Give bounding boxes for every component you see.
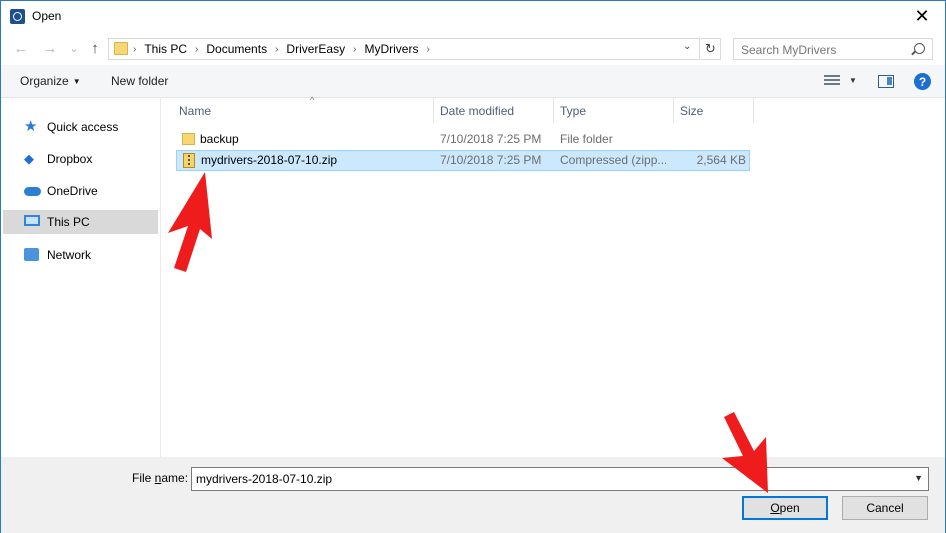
cancel-button[interactable]: Cancel [842,496,928,520]
file-name-field[interactable]: mydrivers-2018-07-10.zip ▼ [191,467,929,491]
nav-item-dropbox[interactable]: ◆ Dropbox [3,147,158,171]
breadcrumb: › This PC › Documents › DriverEasy › MyD… [133,42,438,56]
open-dialog: Open ✕ ← → ⌄ ↑ › This PC › Documents › D… [0,0,946,533]
file-row-mydrivers-zip[interactable]: mydrivers-2018-07-10.zip 7/10/2018 7:25 … [176,150,750,171]
file-date: 7/10/2018 7:25 PM [440,132,542,146]
breadcrumb-drivereasy[interactable]: DriverEasy [286,42,345,56]
breadcrumb-documents[interactable]: Documents [206,42,267,56]
title-bar: Open ✕ [1,1,945,32]
file-size: 2,564 KB [696,153,746,167]
folder-icon [182,133,195,145]
file-name-label-part: ame: [161,471,189,485]
folder-icon [114,42,128,55]
file-name: mydrivers-2018-07-10.zip [201,153,338,167]
address-bar[interactable]: › This PC › Documents › DriverEasy › MyD… [108,38,700,60]
nav-item-this-pc[interactable]: This PC [3,210,158,234]
column-header-size[interactable]: Size [674,98,754,123]
search-input[interactable] [741,43,901,57]
search-icon[interactable] [914,43,925,54]
nav-item-network[interactable]: Network [3,243,158,267]
column-header-date[interactable]: Date modified [434,98,554,123]
sort-ascending-icon: ^ [310,95,315,105]
organize-label: Organize [20,74,69,88]
back-arrow-icon[interactable]: ← [10,39,32,57]
preview-pane-icon[interactable] [878,75,894,88]
breadcrumb-separator-icon: › [275,43,279,55]
breadcrumb-mydrivers[interactable]: MyDrivers [364,42,418,56]
file-date: 7/10/2018 7:25 PM [440,153,542,167]
zip-icon [183,153,195,168]
nav-item-onedrive[interactable]: OneDrive [3,179,158,203]
chevron-down-icon[interactable]: ▼ [914,473,923,483]
open-button[interactable]: Open [742,496,828,520]
refresh-icon[interactable]: ↻ [701,38,721,60]
breadcrumb-this-pc[interactable]: This PC [144,42,187,56]
file-row-backup[interactable]: backup 7/10/2018 7:25 PM File folder [176,129,750,150]
breadcrumb-separator-icon: › [353,43,357,55]
close-button[interactable]: ✕ [899,1,945,32]
forward-arrow-icon[interactable]: → [39,39,61,57]
network-icon [24,248,41,262]
cloud-icon [24,184,41,198]
app-icon [10,9,25,24]
file-type: File folder [560,132,613,146]
nav-item-label: Network [47,248,92,262]
address-row: ← → ⌄ ↑ › This PC › Documents › DriverEa… [1,32,945,65]
star-icon: ★ [24,118,38,135]
column-header-label: Name [179,104,212,118]
dropbox-icon: ◆ [24,151,34,166]
breadcrumb-separator-icon: › [195,43,199,55]
file-name-label: File name: [132,471,188,485]
column-header-name[interactable]: ^ Name [173,95,434,123]
chevron-down-icon[interactable]: ⌄ [683,41,691,52]
nav-item-label: Quick access [47,120,119,134]
navigation-pane: ★ Quick access ◆ Dropbox OneDrive This P… [1,98,161,457]
nav-item-label: This PC [47,215,90,229]
caret-down-icon[interactable]: ▼ [849,76,857,85]
view-options-icon[interactable] [824,75,840,88]
file-type: Compressed (zipp... [560,153,666,167]
breadcrumb-separator-icon[interactable]: › [426,44,429,55]
breadcrumb-separator-icon: › [133,43,137,55]
search-box[interactable] [733,38,933,60]
help-icon[interactable]: ? [914,73,931,90]
file-name-label-part: File [132,471,155,485]
file-list: ^ Name Date modified Type Size backup 7/… [162,95,945,457]
footer-bar: File name: mydrivers-2018-07-10.zip ▼ Op… [1,457,945,533]
new-folder-button[interactable]: New folder [111,74,168,88]
file-name: backup [200,132,239,146]
computer-icon [24,215,41,229]
organize-button[interactable]: Organize ▼ [20,74,81,88]
open-button-label: pen [779,501,800,515]
recent-locations-icon[interactable]: ⌄ [63,39,85,57]
open-button-accelerator: O [770,501,780,515]
file-name-value: mydrivers-2018-07-10.zip [196,472,333,486]
caret-down-icon: ▼ [72,77,81,86]
nav-item-label: OneDrive [47,184,98,198]
up-arrow-icon[interactable]: ↑ [84,39,106,57]
column-header-type[interactable]: Type [554,98,674,123]
command-bar: Organize ▼ New folder ▼ ? [1,65,945,98]
nav-item-quick-access[interactable]: ★ Quick access [3,115,158,139]
window-title: Open [32,9,62,23]
nav-item-label: Dropbox [47,152,93,166]
